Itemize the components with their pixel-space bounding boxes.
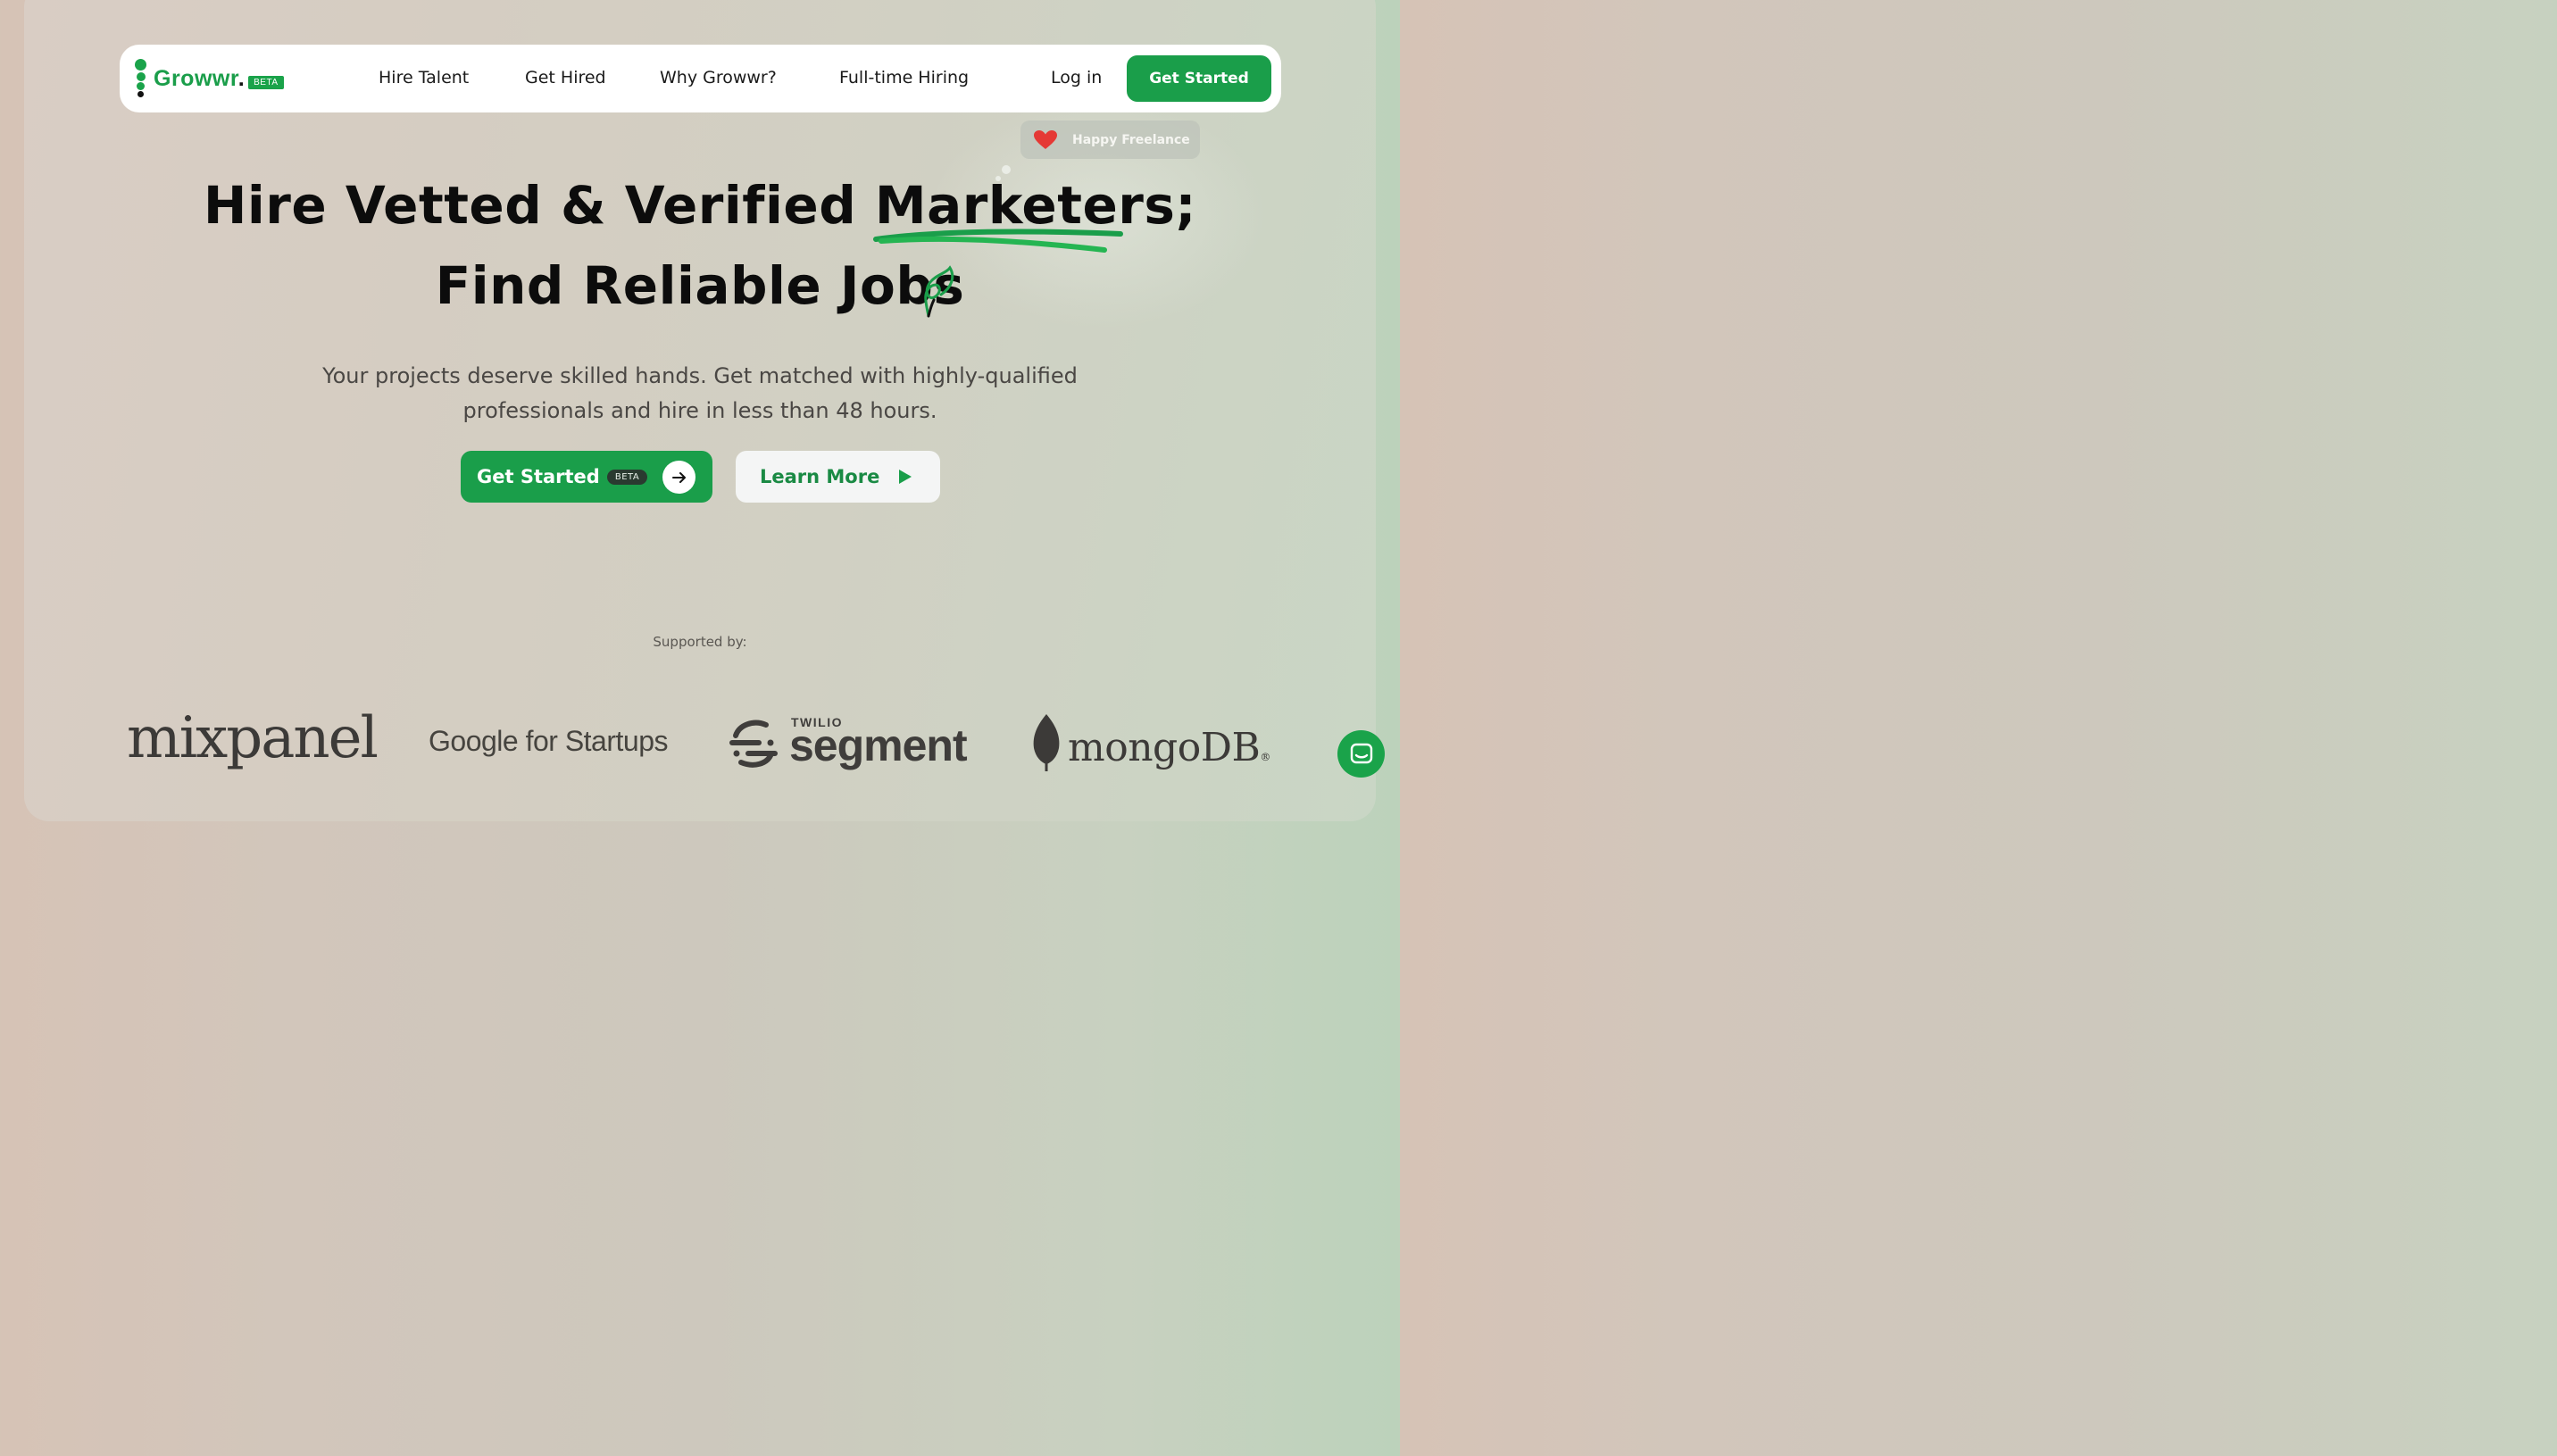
- arrow-right-icon: [662, 461, 695, 494]
- hero-get-started-label: Get Started: [477, 466, 600, 487]
- segment-wordmark: segment: [789, 720, 968, 770]
- hero-beta-badge: BETA: [606, 469, 648, 485]
- chat-button[interactable]: [1337, 730, 1385, 778]
- hero-learn-more-button[interactable]: Learn More: [736, 451, 940, 503]
- segment-mark-icon: [729, 720, 778, 768]
- top-navbar: Growwr. BETA Hire Talent Get Hired Why G…: [120, 45, 1281, 112]
- nav-link-full-time-hiring[interactable]: Full-time Hiring: [839, 68, 969, 87]
- sprout-icon: [924, 265, 954, 318]
- play-icon: [899, 470, 912, 484]
- nav-link-get-hired[interactable]: Get Hired: [525, 68, 606, 87]
- hero-heading-line-2: Find Reliable Jobs: [435, 255, 965, 316]
- google-for-startups-logo: Google for Startups: [429, 725, 668, 757]
- mongodb-logo: mongoDB®: [1030, 712, 1280, 775]
- supported-by-label: Supported by:: [653, 634, 747, 650]
- heart-icon: [1034, 129, 1057, 149]
- segment-logo: TWILIO segment: [729, 712, 979, 775]
- thought-bubble-large: [1002, 165, 1011, 174]
- happy-freelance-text: Happy Freelance: [1072, 132, 1190, 147]
- hero-subtitle: Your projects deserve skilled hands. Get…: [322, 363, 1078, 423]
- nav-links: Hire Talent Get Hired Why Growwr? Full-t…: [120, 45, 1281, 112]
- marketers-underline-icon: [873, 229, 1123, 253]
- chat-icon: [1350, 743, 1372, 763]
- nav-link-hire-talent[interactable]: Hire Talent: [379, 68, 469, 87]
- mongodb-wordmark: mongoDB®: [1068, 725, 1270, 770]
- nav-link-why-growwr[interactable]: Why Growwr?: [660, 68, 777, 87]
- hero-learn-more-label: Learn More: [760, 466, 880, 487]
- nav-get-started-button[interactable]: Get Started: [1127, 55, 1271, 102]
- mixpanel-logo: mixpanel: [127, 705, 379, 771]
- login-link[interactable]: Log in: [1051, 68, 1102, 87]
- hero-heading-line-1: Hire Vetted & Verified Marketers;: [203, 175, 1197, 236]
- happy-freelance-chip: Happy Freelance: [1020, 121, 1200, 159]
- hero-get-started-button[interactable]: Get Started BETA: [461, 451, 712, 503]
- mongodb-leaf-icon: [1033, 714, 1060, 771]
